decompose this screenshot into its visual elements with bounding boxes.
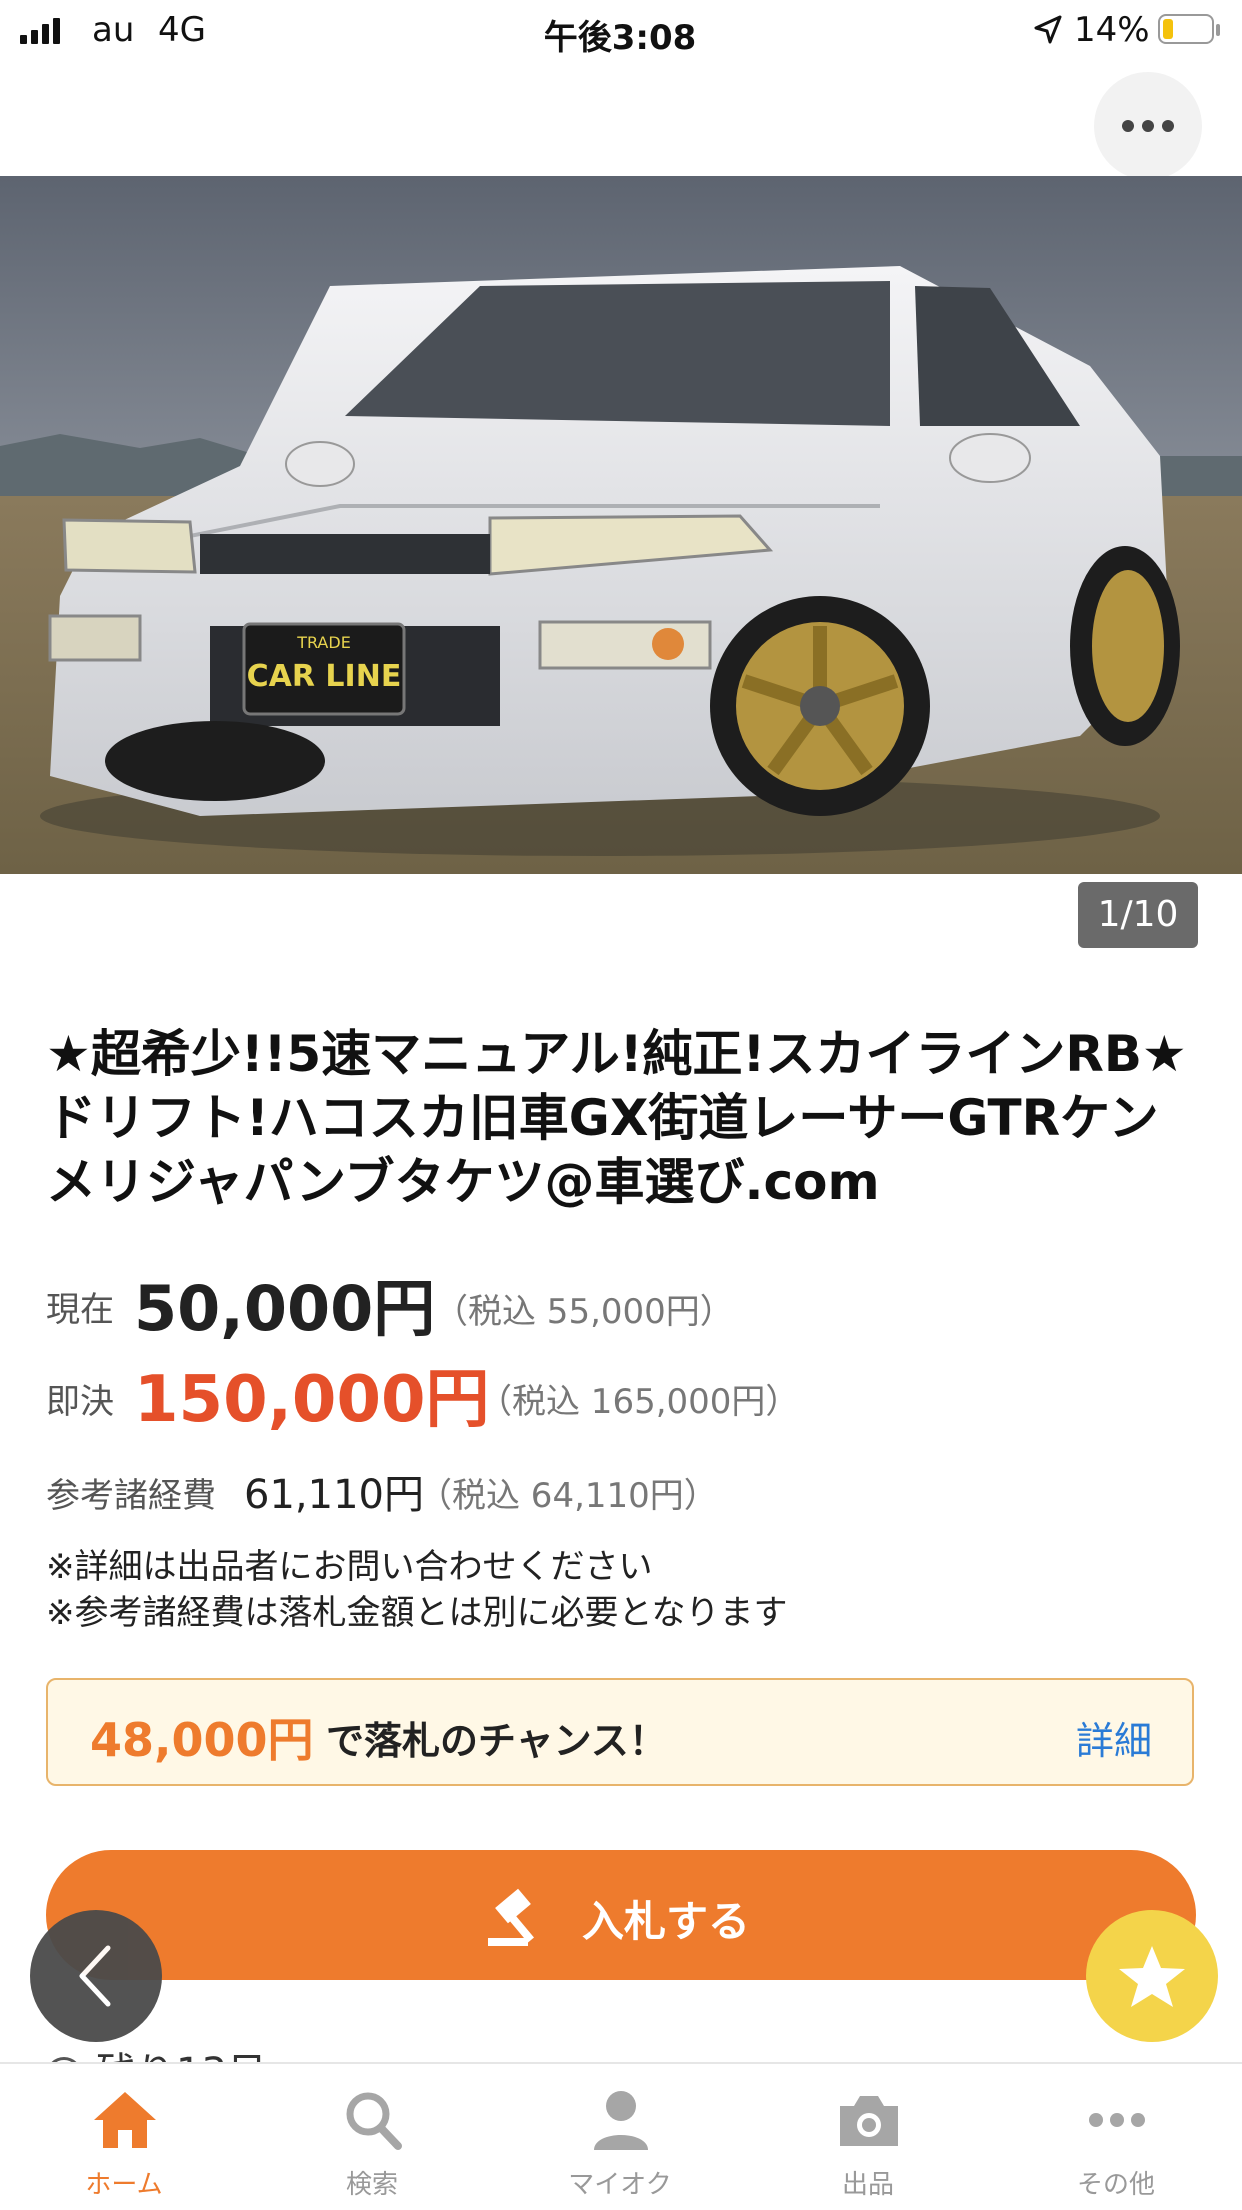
- current-price-label: 現在: [46, 1290, 114, 1330]
- tab-label: 検索: [345, 2170, 398, 2200]
- chevron-left-icon: [79, 1945, 111, 2007]
- product-image[interactable]: TRADE CAR LINE: [0, 176, 1242, 874]
- buynow-price-tax: （税込 165,000円）: [478, 1382, 800, 1422]
- fees-label: 参考諸経費: [46, 1476, 216, 1516]
- tab-search[interactable]: 検索: [272, 2064, 472, 2210]
- tab-home[interactable]: ホーム: [24, 2064, 224, 2210]
- tab-label: マイオク: [568, 2170, 672, 2200]
- star-icon: [1119, 1946, 1185, 2007]
- bid-chance-banner[interactable]: 48,000円 で落札のチャンス！ 詳細: [46, 1678, 1194, 1786]
- image-counter: 1/10: [1078, 882, 1198, 948]
- bid-button[interactable]: 入札する: [46, 1850, 1196, 1980]
- tab-label: ホーム: [85, 2170, 163, 2200]
- listing-title: ★超希少!!5速マニュアル!純正!スカイラインRB★ドリフト!ハコスカ旧車GX街…: [46, 1025, 1187, 1211]
- plate-top-text: TRADE: [296, 633, 351, 652]
- chance-amount: 48,000円: [90, 1713, 314, 1767]
- bid-button-label: 入札する: [582, 1897, 751, 1946]
- tab-label: 出品: [841, 2170, 894, 2200]
- person-icon: [594, 2091, 648, 2150]
- clock: 午後3:08: [543, 18, 697, 58]
- tab-label: その他: [1076, 2170, 1155, 2200]
- home-icon: [94, 2092, 156, 2148]
- battery-percent: 14%: [1074, 10, 1150, 50]
- back-button[interactable]: [30, 1910, 162, 2042]
- current-price-tax: （税込 55,000円）: [434, 1292, 734, 1332]
- battery-icon: [1158, 14, 1222, 46]
- buynow-price: 150,000円: [134, 1363, 490, 1437]
- tab-myauction[interactable]: マイオク: [520, 2064, 720, 2210]
- camera-icon: [840, 2096, 898, 2146]
- watchlist-button[interactable]: [1086, 1910, 1218, 2042]
- more-icon: [1089, 2113, 1145, 2127]
- fees-value: 61,110円: [244, 1472, 424, 1518]
- location-arrow-icon: [1034, 15, 1062, 44]
- status-bar: au 4G 午後3:08 14%: [0, 0, 1242, 62]
- chance-detail-link[interactable]: 詳細: [1076, 1710, 1152, 1765]
- chance-text: で落札のチャンス！: [326, 1719, 667, 1763]
- search-icon: [346, 2092, 402, 2150]
- current-price: 50,000円: [134, 1272, 436, 1345]
- tab-more[interactable]: その他: [1016, 2064, 1216, 2210]
- bottom-tab-bar: ホーム 検索 マイオク 出品 その他: [0, 2062, 1242, 2210]
- ellipsis-icon: [1122, 120, 1174, 132]
- network-label: 4G: [158, 10, 206, 50]
- fees-tax: （税込 64,110円）: [418, 1476, 718, 1516]
- tab-sell[interactable]: 出品: [768, 2064, 968, 2210]
- notes: ※詳細は出品者にお問い合わせください ※参考諸経費は落札金額とは別に必要となりま…: [46, 1544, 787, 1636]
- note-line: ※詳細は出品者にお問い合わせください: [46, 1547, 653, 1587]
- signal-icon: [20, 16, 72, 44]
- more-options-button[interactable]: [1094, 72, 1202, 180]
- note-line: ※参考諸経費は落札金額とは別に必要となります: [46, 1593, 788, 1633]
- buynow-price-label: 即決: [46, 1382, 114, 1422]
- car-photo: TRADE CAR LINE: [0, 176, 1242, 874]
- carrier-label: au: [92, 10, 135, 50]
- plate-main-text: CAR LINE: [247, 659, 402, 694]
- gavel-icon: [488, 1888, 534, 1946]
